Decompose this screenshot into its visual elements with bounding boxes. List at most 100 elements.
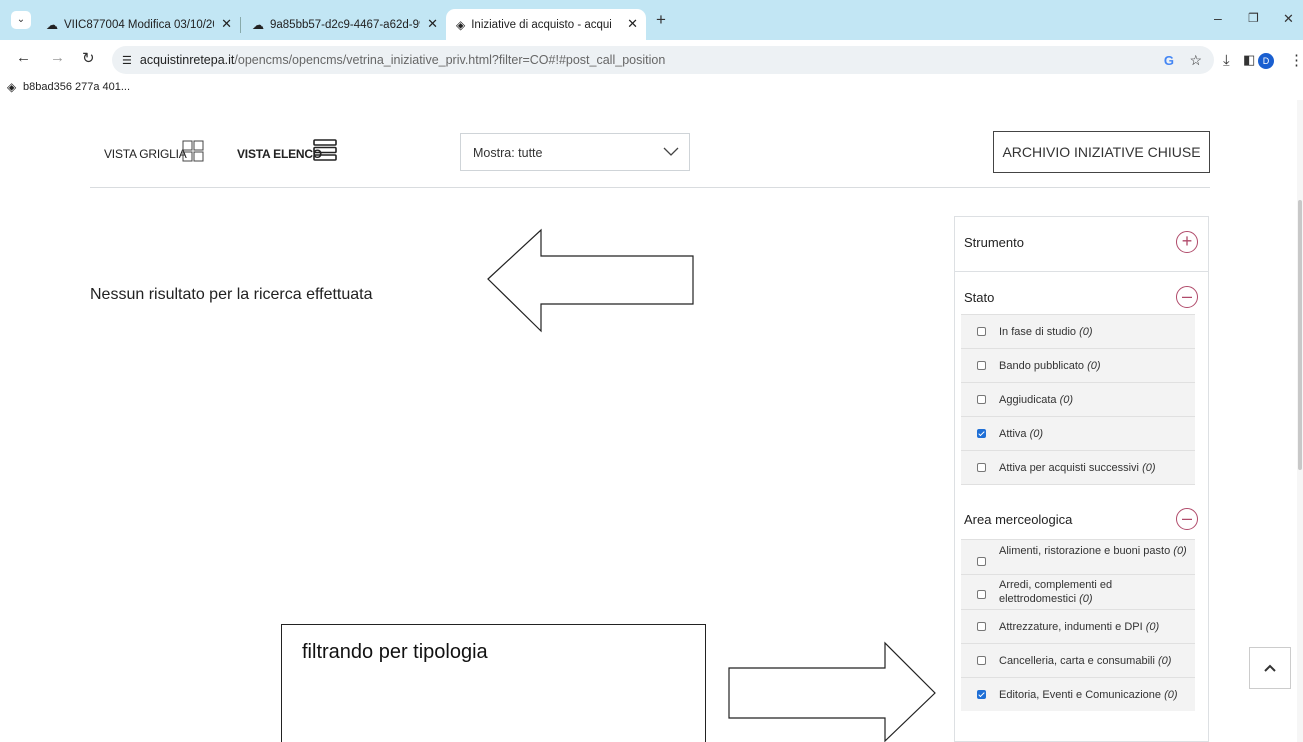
annotation-callout-box: filtrando per tipologia [281,624,706,742]
filter-option[interactable]: Arredi, complementi ed elettrodomestici … [961,574,1195,609]
grid-view-icon[interactable] [182,140,204,162]
filter-option[interactable]: Alimenti, ristorazione e buoni pasto (0) [961,539,1195,574]
tab-search-icon[interactable]: ⌄ [11,11,31,29]
section-title: Strumento [964,235,1024,250]
filter-panel: Strumento + Stato – In fase di studio (0… [954,216,1209,742]
globe-icon: ◈ [456,17,466,32]
option-count: (0) [1079,326,1093,338]
reload-icon[interactable]: ↻ [82,49,95,67]
tab-title: 9a85bb57-d2c9-4467-a62d-99 [270,18,420,31]
bookmarks-bar: ◈ b8bad356 277a 401... [0,76,1303,100]
divider [90,187,1210,188]
close-tab-icon[interactable]: ✕ [427,16,438,32]
section-title: Area merceologica [964,512,1073,527]
grid-view-label[interactable]: VISTA GRIGLIA [104,147,187,161]
scrollbar-thumb[interactable] [1298,200,1302,470]
bookmark-item[interactable]: b8bad356 277a 401... [23,81,130,93]
option-count: (0) [1173,545,1187,557]
collapse-minus-icon[interactable]: – [1176,286,1198,308]
scroll-to-top-button[interactable] [1249,647,1291,689]
filter-option[interactable]: Bando pubblicato (0) [961,348,1195,382]
no-results-message: Nessun risultato per la ricerca effettua… [90,286,373,303]
option-count: (0) [1142,462,1156,474]
callout-text: filtrando per tipologia [302,641,488,663]
option-count: (0) [1087,360,1101,372]
filter-option[interactable]: In fase di studio (0) [961,314,1195,348]
tab-title: Iniziative di acquisto - acquisti [471,18,612,31]
section-title: Stato [964,290,995,305]
archive-button-label: ARCHIVIO INIZIATIVE CHIUSE [1002,144,1201,160]
url-domain: acquistinretepa.it [139,53,235,67]
tab-iniziative-di-acquisto[interactable]: ◈ Iniziative di acquisto - acquisti ✕ [446,9,646,40]
collapse-minus-icon[interactable]: – [1176,508,1198,530]
option-label: Attrezzature, indumenti e DPI [999,621,1143,633]
archive-closed-initiatives-button[interactable]: ARCHIVIO INIZIATIVE CHIUSE [993,131,1210,173]
forward-icon[interactable]: → [50,49,65,66]
minimize-icon[interactable]: – [1214,10,1222,26]
option-label: Alimenti, ristorazione e buoni pasto [999,545,1171,557]
restore-icon[interactable]: ❐ [1248,11,1259,25]
close-tab-icon[interactable]: ✕ [221,16,232,32]
expand-plus-icon[interactable]: + [1176,231,1198,253]
filter-option[interactable]: Attrezzature, indumenti e DPI (0) [961,609,1195,643]
filter-section-strumento[interactable]: Strumento + [955,217,1208,272]
checkbox-checked[interactable] [977,690,986,699]
site-settings-icon[interactable]: ☰ [122,54,132,67]
close-window-icon[interactable]: ✕ [1283,11,1294,27]
checkbox[interactable] [977,361,986,370]
filter-option[interactable]: Attiva (0) [961,416,1195,450]
checkbox-checked[interactable] [977,429,986,438]
new-tab-icon[interactable]: + [656,10,666,30]
download-icon[interactable]: ⤓ [1223,52,1230,69]
google-icon[interactable]: G [1164,53,1174,68]
checkbox[interactable] [977,557,986,566]
tab-title: VIIC877004 Modifica 03/10/202 [64,18,214,31]
address-bar[interactable]: ☰ acquistinretepa.it /opencms/opencms/ve… [112,46,1214,74]
option-label: Attiva [999,428,1027,440]
checkbox[interactable] [977,327,986,336]
filter-option[interactable]: Editoria, Eventi e Comunicazione (0) [961,677,1195,711]
chevron-up-icon [1264,664,1276,672]
page-scrollbar[interactable] [1297,100,1303,742]
option-count: (0) [1029,428,1044,440]
profile-avatar[interactable]: D [1258,53,1274,69]
checkbox[interactable] [977,463,986,472]
right-arrow-annotation [728,641,936,742]
left-arrow-annotation [487,228,694,333]
show-filter-select[interactable]: Mostra: tutte [460,133,690,171]
option-count: (0) [1079,593,1093,605]
list-view-label[interactable]: VISTA ELENCO [237,147,322,161]
tab-viic877004[interactable]: ☁ VIIC877004 Modifica 03/10/202 ✕ [44,9,240,40]
option-count: (0) [1145,621,1160,633]
bookmark-globe-icon: ◈ [7,80,17,94]
filter-option[interactable]: Cancelleria, carta e consumabili (0) [961,643,1195,677]
option-label: Bando pubblicato [999,360,1085,372]
cloud-icon: ☁ [46,17,58,32]
checkbox[interactable] [977,656,986,665]
option-label: Attiva per acquisti successivi [999,462,1139,474]
url-path: /opencms/opencms/vetrina_iniziative_priv… [234,53,666,67]
option-label: In fase di studio [999,326,1077,338]
select-value: Mostra: tutte [473,146,543,160]
option-count: (0) [1157,655,1172,667]
close-tab-icon[interactable]: ✕ [627,16,638,32]
side-panel-icon[interactable]: ◧ [1243,52,1255,68]
filter-option[interactable]: Attiva per acquisti successivi (0) [961,450,1195,485]
checkbox[interactable] [977,395,986,404]
option-count: (0) [1059,394,1074,406]
bookmark-star-icon[interactable]: ☆ [1189,52,1202,69]
menu-icon[interactable]: ⋮ [1289,51,1303,69]
tab-9a85bb57[interactable]: ☁ 9a85bb57-d2c9-4467-a62d-99 ✕ [250,9,446,40]
cloud-icon: ☁ [252,17,264,32]
list-view-icon[interactable] [313,138,337,162]
option-label: Cancelleria, carta e consumabili [999,655,1155,667]
filter-option[interactable]: Aggiudicata (0) [961,382,1195,416]
checkbox[interactable] [977,590,986,599]
checkbox[interactable] [977,622,986,631]
chevron-down-icon [663,147,679,156]
tab-divider [240,17,241,33]
option-label: Aggiudicata [999,394,1057,406]
back-icon[interactable]: ← [16,49,31,66]
option-label: Editoria, Eventi e Comunicazione [999,689,1162,701]
option-count: (0) [1164,689,1178,701]
